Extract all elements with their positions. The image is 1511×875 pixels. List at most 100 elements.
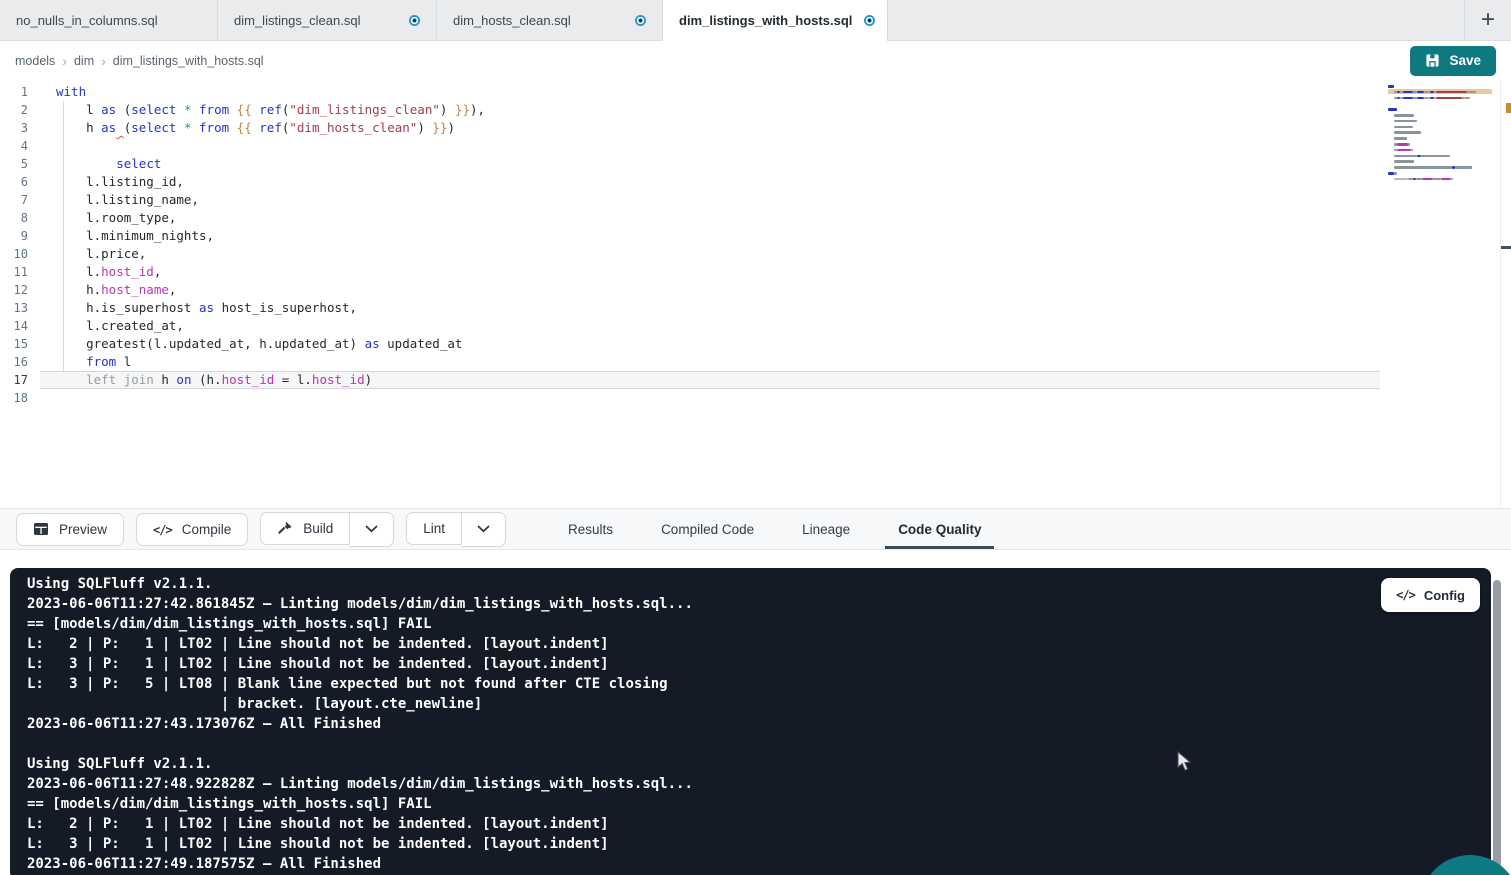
code-text: from l — [56, 353, 131, 371]
tab-compiled-code[interactable]: Compiled Code — [648, 509, 767, 549]
line-number: 9 — [0, 227, 28, 245]
code-line[interactable]: 5 select — [0, 155, 1500, 173]
terminal-line: 2023-06-06T11:27:43.173076Z — All Finish… — [27, 714, 1491, 734]
tab-no-nulls-in-columns-sql[interactable]: no_nulls_in_columns.sql — [0, 0, 218, 40]
tab-dim-listings-clean-sql[interactable]: dim_listings_clean.sql — [218, 0, 437, 40]
lint-output-terminal[interactable]: Using SQLFluff v2.1.1. 2023-06-06T11:27:4… — [10, 568, 1491, 875]
code-line[interactable]: 3 h as (select * from {{ ref("dim_hosts_… — [0, 119, 1500, 137]
terminal-scrollbar[interactable] — [1493, 580, 1501, 875]
build-button[interactable]: Build — [260, 512, 350, 545]
terminal-line: Using SQLFluff v2.1.1. — [27, 754, 1491, 774]
plus-icon: + — [1481, 6, 1495, 34]
code-text: select — [56, 155, 161, 173]
tab-results[interactable]: Results — [555, 509, 626, 549]
ruler-warning-marker — [1506, 103, 1511, 113]
code-text: greatest(l.updated_at, h.updated_at) as … — [56, 335, 462, 353]
line-number: 12 — [0, 281, 28, 299]
minimap-line — [1388, 114, 1414, 117]
code-line[interactable]: 14 l.created_at, — [0, 317, 1500, 335]
code-icon: </> — [153, 522, 172, 537]
tab-lineage[interactable]: Lineage — [789, 509, 863, 549]
breadcrumb-row: models›dim›dim_listings_with_hosts.sql S… — [0, 41, 1511, 80]
unsaved-dot-icon — [635, 15, 646, 26]
code-line[interactable]: 6 l.listing_id, — [0, 173, 1500, 191]
code-line[interactable]: 13 h.is_superhost as host_is_superhost, — [0, 299, 1500, 317]
tab-code-quality[interactable]: Code Quality — [885, 509, 994, 549]
build-label: Build — [303, 521, 333, 536]
build-button-split: Build — [260, 512, 394, 547]
minimap-line — [1388, 131, 1421, 134]
minimap-line — [1388, 172, 1397, 175]
terminal-line: == [models/dim/dim_listings_with_hosts.s… — [27, 794, 1491, 814]
code-text: with — [56, 83, 86, 101]
code-icon: </> — [1396, 588, 1415, 602]
code-line[interactable]: 15 greatest(l.updated_at, h.updated_at) … — [0, 335, 1500, 353]
terminal-line: L: 3 | P: 1 | LT02 | Line should not be … — [27, 834, 1491, 854]
line-number: 18 — [0, 389, 28, 407]
lint-options-button[interactable] — [462, 512, 506, 547]
tab-dim-listings-with-hosts-sql[interactable]: dim_listings_with_hosts.sql — [663, 0, 888, 41]
ruler-cursor-marker — [1501, 246, 1511, 249]
code-line[interactable]: 8 l.room_type, — [0, 209, 1500, 227]
lint-label: Lint — [423, 521, 445, 536]
line-number: 10 — [0, 245, 28, 263]
minimap-line — [1388, 97, 1470, 100]
code-editor[interactable]: 1with2 l as (select * from {{ ref("dim_l… — [0, 80, 1500, 507]
terminal-line: L: 2 | P: 1 | LT02 | Line should not be … — [27, 634, 1491, 654]
minimap-line — [1388, 155, 1450, 158]
code-text: h.is_superhost as host_is_superhost, — [56, 299, 357, 317]
preview-button[interactable]: Preview — [16, 513, 124, 546]
chevron-down-icon — [365, 525, 378, 533]
code-line[interactable]: 2 l as (select * from {{ ref("dim_listin… — [0, 101, 1500, 119]
breadcrumb-segment[interactable]: dim_listings_with_hosts.sql — [113, 54, 264, 68]
config-button[interactable]: </> Config — [1381, 578, 1480, 612]
terminal-line: L: 2 | P: 1 | LT02 | Line should not be … — [27, 814, 1491, 834]
minimap-line — [1388, 120, 1417, 123]
line-number: 6 — [0, 173, 28, 191]
line-number: 15 — [0, 335, 28, 353]
terminal-line: | bracket. [layout.cte_newline] — [27, 694, 1491, 714]
code-text: l.room_type, — [56, 209, 176, 227]
code-area[interactable]: 1with2 l as (select * from {{ ref("dim_l… — [0, 83, 1500, 407]
tab-dim-hosts-clean-sql[interactable]: dim_hosts_clean.sql — [437, 0, 663, 40]
code-line[interactable]: 1with — [0, 83, 1500, 101]
compile-label: Compile — [182, 522, 232, 537]
code-text: h as (select * from {{ ref("dim_hosts_cl… — [56, 119, 455, 137]
lint-button-split: Lint — [406, 512, 506, 547]
code-text: l.listing_name, — [56, 191, 199, 209]
breadcrumb-segment[interactable]: dim — [74, 54, 94, 68]
code-line[interactable]: 16 from l — [0, 353, 1500, 371]
code-line[interactable]: 9 l.minimum_nights, — [0, 227, 1500, 245]
code-line[interactable]: 7 l.listing_name, — [0, 191, 1500, 209]
minimap[interactable] — [1388, 84, 1492, 206]
code-line[interactable]: 17 left join h on (h.host_id = l.host_id… — [0, 371, 1500, 389]
line-number: 4 — [0, 137, 28, 155]
line-number: 13 — [0, 299, 28, 317]
minimap-line — [1388, 166, 1472, 169]
compile-button[interactable]: </> Compile — [136, 513, 248, 546]
code-line[interactable]: 18 — [0, 389, 1500, 407]
terminal-line — [27, 734, 1491, 754]
config-label: Config — [1424, 588, 1465, 603]
minimap-line — [1388, 143, 1410, 146]
unsaved-dot-icon — [864, 15, 875, 26]
code-line[interactable]: 12 h.host_name, — [0, 281, 1500, 299]
code-line[interactable]: 10 l.price, — [0, 245, 1500, 263]
code-line[interactable]: 4 — [0, 137, 1500, 155]
overview-ruler[interactable] — [1500, 80, 1511, 507]
build-options-button[interactable] — [350, 512, 394, 547]
code-line[interactable]: 11 l.host_id, — [0, 263, 1500, 281]
line-number: 11 — [0, 263, 28, 281]
code-text: l.minimum_nights, — [56, 227, 214, 245]
tab-strip: no_nulls_in_columns.sql dim_listings_clea… — [0, 0, 888, 40]
table-icon — [33, 521, 49, 537]
breadcrumb-segment[interactable]: models — [15, 54, 55, 68]
new-tab-button[interactable]: + — [1464, 0, 1511, 40]
tab-label: dim_listings_with_hosts.sql — [679, 13, 852, 28]
save-button[interactable]: Save — [1410, 46, 1496, 76]
code-text: h.host_name, — [56, 281, 176, 299]
minimap-line — [1388, 108, 1397, 111]
line-number: 8 — [0, 209, 28, 227]
tab-label: dim_listings_clean.sql — [234, 13, 360, 28]
lint-button[interactable]: Lint — [406, 512, 462, 545]
